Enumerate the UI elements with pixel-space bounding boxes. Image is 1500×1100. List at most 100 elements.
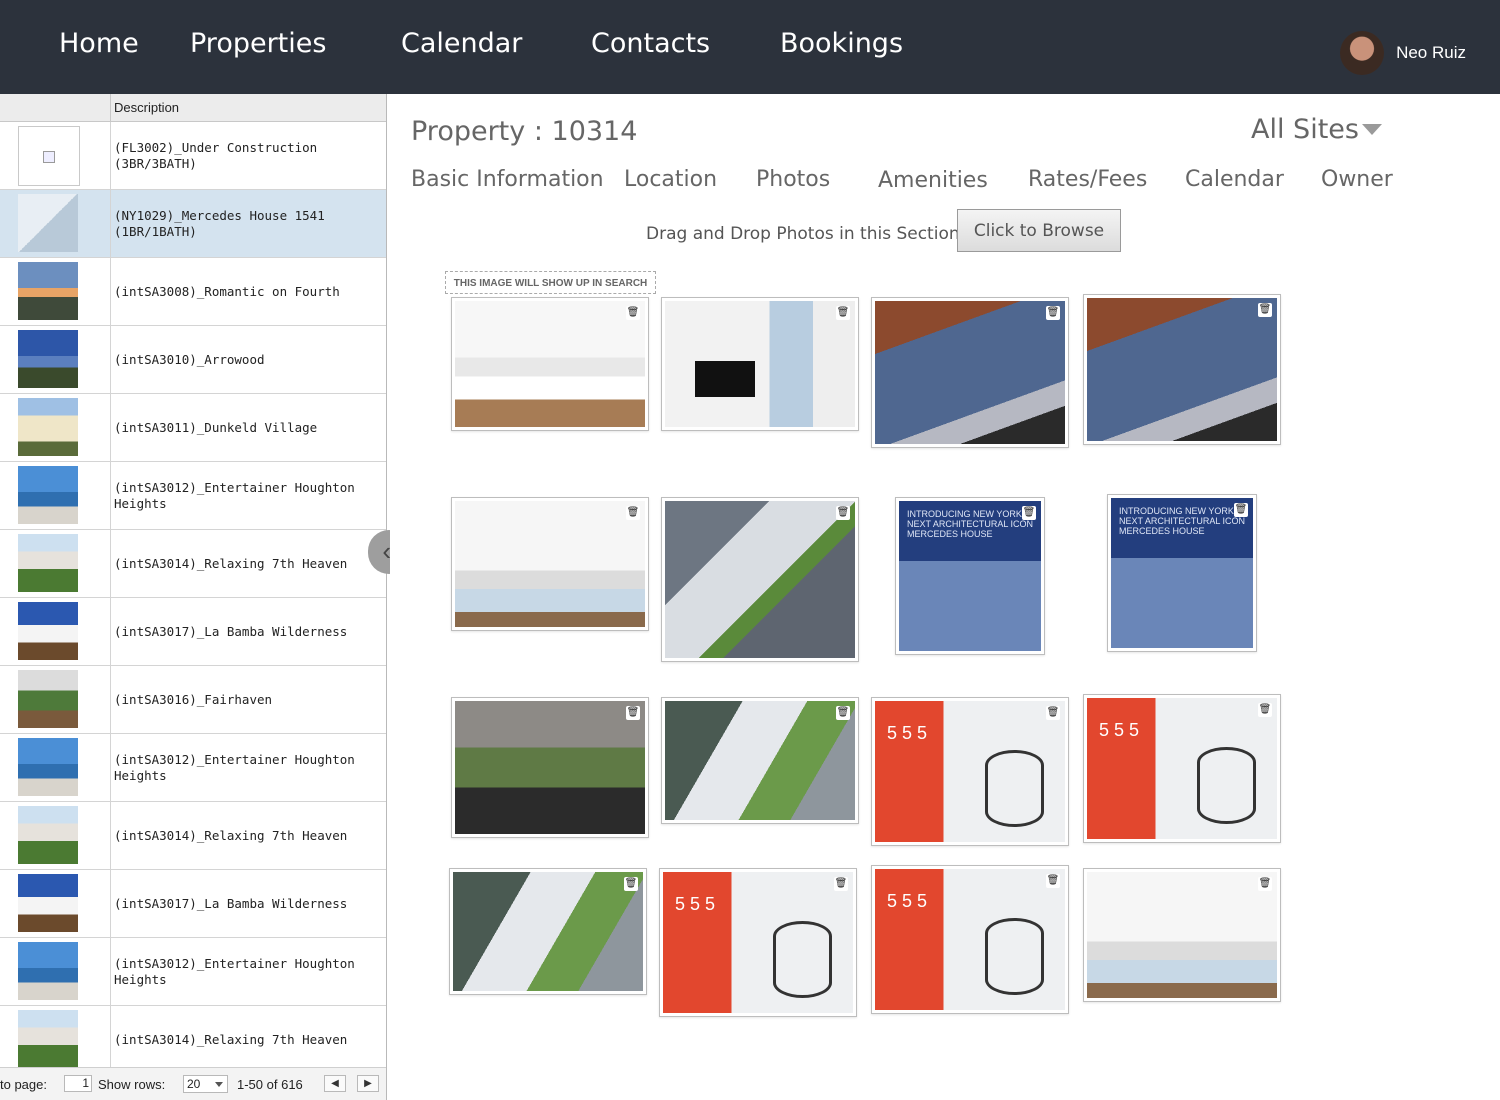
trash-icon[interactable]: 🗑 xyxy=(1046,874,1060,888)
row-thumbnail xyxy=(18,602,78,660)
row-thumbnail xyxy=(18,942,78,1000)
tab-rates-fees[interactable]: Rates/Fees xyxy=(1028,167,1147,192)
table-row[interactable]: (intSA3008)_Romantic on Fourth xyxy=(0,258,386,326)
trash-icon[interactable]: 🗑 xyxy=(1234,503,1248,517)
trash-icon[interactable]: 🗑 xyxy=(834,877,848,891)
trash-icon[interactable]: 🗑 xyxy=(626,506,640,520)
photo-tile[interactable]: 🗑 xyxy=(661,697,859,824)
lobby-number: 5 5 5 xyxy=(887,723,928,743)
table-row[interactable]: (intSA3012)_Entertainer Houghton Heights xyxy=(0,462,386,530)
trash-icon[interactable]: 🗑 xyxy=(1046,706,1060,720)
photo-image: INTRODUCING NEW YORK'S NEXT ARCHITECTURA… xyxy=(899,501,1041,651)
table-row-selected[interactable]: (NY1029)_Mercedes House 1541 (1BR/1BATH) xyxy=(0,190,386,258)
trash-icon[interactable]: 🗑 xyxy=(624,877,638,891)
tab-location[interactable]: Location xyxy=(624,167,717,192)
nav-properties[interactable]: Properties xyxy=(190,28,326,59)
photo-tile[interactable]: 🗑 xyxy=(661,497,859,662)
avatar[interactable] xyxy=(1340,31,1385,75)
property-list-panel: Description (FL3002)_Under Construction … xyxy=(0,94,387,1100)
ad-text: INTRODUCING NEW YORK'S NEXT ARCHITECTURA… xyxy=(1119,506,1246,536)
table-row[interactable]: (intSA3012)_Entertainer Houghton Heights xyxy=(0,734,386,802)
photo-tile[interactable]: 🗑 xyxy=(451,297,649,431)
photo-image xyxy=(453,872,643,991)
photo-image: 5 5 5 xyxy=(875,701,1065,842)
row-thumbnail xyxy=(18,398,78,456)
trash-icon[interactable]: 🗑 xyxy=(1258,877,1272,891)
trash-icon[interactable]: 🗑 xyxy=(836,306,850,320)
top-navigation: Home Properties Calendar Contacts Bookin… xyxy=(0,0,1500,94)
next-page-button[interactable]: ▶ xyxy=(357,1075,379,1092)
nav-calendar[interactable]: Calendar xyxy=(401,28,522,59)
chevron-down-icon[interactable] xyxy=(1362,124,1382,135)
photo-tile[interactable]: 5 5 5 🗑 xyxy=(1083,694,1281,843)
trash-icon[interactable]: 🗑 xyxy=(1258,303,1272,317)
trash-icon[interactable]: 🗑 xyxy=(1258,703,1272,717)
row-description: (intSA3012)_Entertainer Houghton Heights xyxy=(114,955,355,987)
photo-tile[interactable]: INTRODUCING NEW YORK'S NEXT ARCHITECTURA… xyxy=(895,497,1045,655)
trash-icon[interactable]: 🗑 xyxy=(1046,306,1060,320)
nav-contacts[interactable]: Contacts xyxy=(591,28,710,59)
property-rows: (FL3002)_Under Construction (3BR/3BATH) … xyxy=(0,122,386,1074)
page-number-input[interactable]: 1 xyxy=(64,1075,92,1092)
photo-image xyxy=(875,301,1065,444)
table-row[interactable]: (FL3002)_Under Construction (3BR/3BATH) xyxy=(0,122,386,190)
table-row[interactable]: (intSA3012)_Entertainer Houghton Heights xyxy=(0,938,386,1006)
table-row[interactable]: (intSA3010)_Arrowood xyxy=(0,326,386,394)
show-rows-label: Show rows: xyxy=(98,1077,166,1092)
row-description: (intSA3017)_La Bamba Wilderness xyxy=(114,623,348,639)
site-select[interactable]: All Sites xyxy=(1251,114,1359,145)
photo-tile[interactable]: 🗑 xyxy=(449,868,647,995)
lobby-number: 5 5 5 xyxy=(675,894,716,914)
trash-icon[interactable]: 🗑 xyxy=(836,506,850,520)
table-row[interactable]: (intSA3017)_La Bamba Wilderness xyxy=(0,870,386,938)
lobby-number: 5 5 5 xyxy=(1099,720,1140,740)
row-thumbnail xyxy=(18,1010,78,1068)
pagination-bar: to page: 1 Show rows: 20 1-50 of 616 ◀ ▶ xyxy=(0,1067,386,1100)
description-column-header[interactable]: Description xyxy=(114,100,179,115)
table-row[interactable]: (intSA3011)_Dunkeld Village xyxy=(0,394,386,462)
trash-icon[interactable]: 🗑 xyxy=(836,706,850,720)
nav-bookings[interactable]: Bookings xyxy=(780,28,903,59)
tab-photos[interactable]: Photos xyxy=(756,167,830,192)
tab-calendar[interactable]: Calendar xyxy=(1185,167,1284,192)
photo-tile[interactable]: 5 5 5 🗑 xyxy=(871,865,1069,1014)
rows-per-page-value: 20 xyxy=(187,1077,201,1091)
photo-tile[interactable]: 5 5 5 🗑 xyxy=(871,697,1069,846)
row-range-text: 1-50 of 616 xyxy=(237,1077,303,1092)
row-description: (intSA3012)_Entertainer Houghton Heights xyxy=(114,751,355,783)
nav-home[interactable]: Home xyxy=(59,28,139,59)
table-row[interactable]: (intSA3014)_Relaxing 7th Heaven xyxy=(0,1006,386,1074)
tab-basic-information[interactable]: Basic Information xyxy=(411,167,604,192)
photo-tile[interactable]: 🗑 xyxy=(871,297,1069,448)
page-title: Property : 10314 xyxy=(411,116,638,147)
photo-tile[interactable]: 🗑 xyxy=(661,297,859,431)
photo-tile[interactable]: 🗑 xyxy=(451,697,649,838)
photo-tile[interactable]: 🗑 xyxy=(1083,868,1281,1002)
table-row[interactable]: (intSA3014)_Relaxing 7th Heaven xyxy=(0,802,386,870)
browse-button[interactable]: Click to Browse xyxy=(957,209,1121,252)
table-row[interactable]: (intSA3014)_Relaxing 7th Heaven xyxy=(0,530,386,598)
photo-tile[interactable]: 🗑 xyxy=(1083,294,1281,445)
tab-owner[interactable]: Owner xyxy=(1321,167,1393,192)
row-thumbnail xyxy=(18,534,78,592)
photo-image xyxy=(665,301,855,427)
search-image-label: THIS IMAGE WILL SHOW UP IN SEARCH xyxy=(445,271,656,294)
photo-tile[interactable]: 5 5 5 🗑 xyxy=(659,868,857,1017)
user-menu[interactable]: Neo Ruiz xyxy=(1340,30,1466,76)
rows-per-page-select[interactable]: 20 xyxy=(183,1075,228,1093)
table-row[interactable]: (intSA3017)_La Bamba Wilderness xyxy=(0,598,386,666)
trash-icon[interactable]: 🗑 xyxy=(1022,506,1036,520)
thumbnail-column-header xyxy=(0,94,111,121)
photo-image: 5 5 5 xyxy=(663,872,853,1013)
photo-tile[interactable]: INTRODUCING NEW YORK'S NEXT ARCHITECTURA… xyxy=(1107,494,1257,652)
tab-amenities[interactable]: Amenities xyxy=(878,168,988,193)
trash-icon[interactable]: 🗑 xyxy=(626,706,640,720)
broken-image-icon xyxy=(18,126,80,186)
photo-tile[interactable]: 🗑 xyxy=(451,497,649,631)
prev-page-button[interactable]: ◀ xyxy=(324,1075,346,1092)
user-name[interactable]: Neo Ruiz xyxy=(1396,43,1466,63)
table-row[interactable]: (intSA3016)_Fairhaven xyxy=(0,666,386,734)
photo-image xyxy=(1087,872,1277,998)
trash-icon[interactable]: 🗑 xyxy=(626,306,640,320)
row-thumbnail xyxy=(18,466,78,524)
